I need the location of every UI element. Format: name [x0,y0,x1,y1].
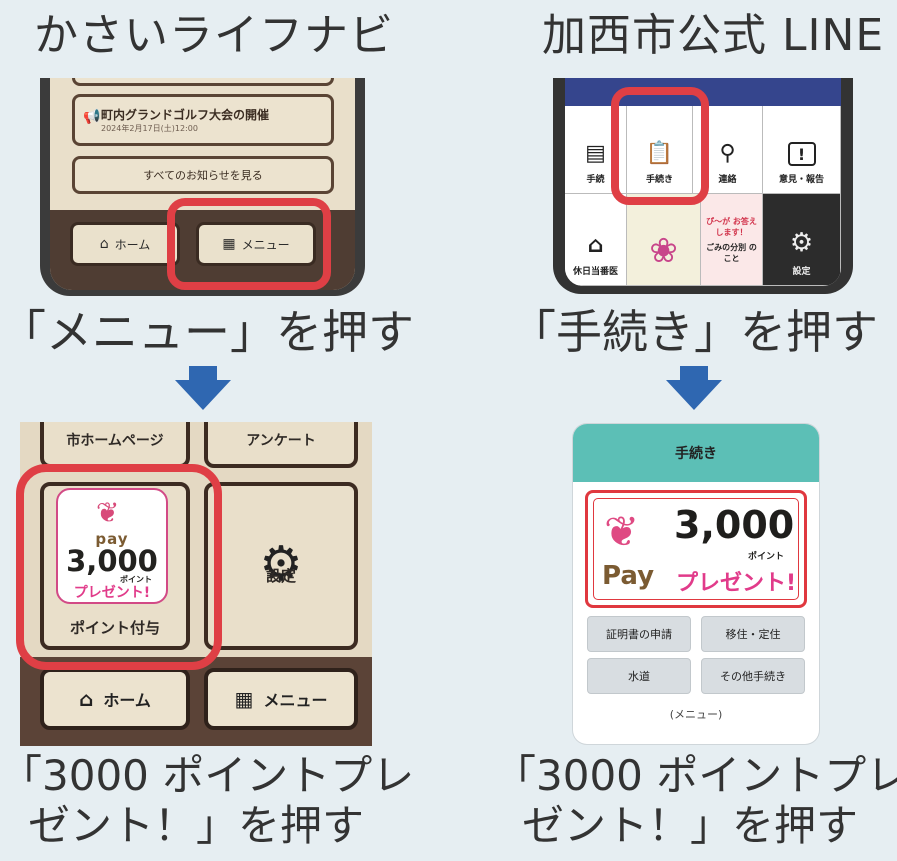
pay-3000-banner[interactable]: ❦ 3,000 ポイント Pay プレゼント! [585,490,807,608]
button-label: 水道 [628,670,650,683]
highlight-tetsuzuki-tile [611,87,709,205]
tile-label: 設定 [265,567,296,585]
tile-mascot[interactable]: ❀ [627,194,701,286]
button-label: その他手続き [720,670,786,683]
all-news-label: すべてのお知らせを見る [143,169,263,182]
tile-survey[interactable]: アンケート [204,422,358,468]
tile-label: 市ホームページ [66,433,164,449]
tile-settings[interactable]: ⚙ 設定 [763,194,841,286]
home-button[interactable]: ⌂ ホーム [40,668,190,730]
menu-button[interactable]: ▦ メニュー [204,668,358,730]
down-arrow-icon [175,366,231,410]
caption-press-present-right-line2: ゼント！」を押す [522,801,859,850]
caption-press-tetsuzuki: 「手続き」を押す [510,305,878,359]
all-news-button[interactable]: すべてのお知らせを見る [72,156,334,194]
tile-answers[interactable]: ぴ〜が お答えします！ ごみの分別 のこと [701,194,763,286]
menu-label: メニュー [263,691,328,710]
menu-link[interactable]: (メニュー) [573,706,819,722]
mascot-icon: ❀ [649,231,678,271]
line-procedures-screen: 手続き ❦ 3,000 ポイント Pay プレゼント! 証明書の申請 移住・定住… [573,424,819,744]
highlight-menu-button [167,198,331,290]
certificate-request-button[interactable]: 証明書の申請 [587,616,691,652]
tile-opinion[interactable]: ! 意見・報告 [763,106,841,194]
previous-news-item[interactable] [72,78,334,86]
tile-label: ごみの分別 のこと [706,242,757,263]
highlight-pay-card [16,464,222,670]
other-procedures-button[interactable]: その他手続き [701,658,805,694]
tile-label: 意見・報告 [778,175,824,185]
title-lifenavi: かさいライフナビ [34,10,394,61]
tile-label: 手続 [586,175,605,185]
event-date: 2024年2月17日(土)12:00 [101,124,198,133]
banner-present-label: プレゼント! [676,571,797,596]
title-line: 加西市公式 LINE [542,10,885,61]
tile-label: 休日当番医 [572,267,618,277]
tile-city-homepage[interactable]: 市ホームページ [40,422,190,468]
procedures-title: 手続き [675,446,717,462]
down-arrow-icon [666,366,722,410]
button-label: 移住・定住 [725,628,781,641]
home-label: ホーム [114,237,151,252]
home-label: ホーム [103,691,151,710]
tile-label: 設定 [792,267,811,277]
rabbit-icon: ❦ [604,507,640,556]
grid-icon: ▦ [234,687,254,711]
banner-pay-text: Pay [602,561,655,591]
tile-holiday-doctor[interactable]: ⌂ 休日当番医 [565,194,627,286]
event-title: 町内グランドゴルフ大会の開催 [101,108,270,122]
tile-label: 連絡 [718,175,737,185]
banner-amount: 3,000 [674,503,795,547]
news-item-event[interactable]: 📢 町内グランドゴルフ大会の開催 2024年2月17日(土)12:00 [72,94,334,146]
document-icon: ▤ [585,141,606,166]
megaphone-icon: 📢 [83,109,101,125]
caption-press-menu: 「メニュー」を押す [0,305,414,359]
caption-press-present-left-line2: ゼント！」を押す [28,801,365,850]
home-button[interactable]: ⌂ ホーム [70,222,180,266]
chat-exclamation-icon: ! [787,142,816,166]
tile-label: ぴ〜が お答えします！ [706,216,757,237]
relocation-button[interactable]: 移住・定住 [701,616,805,652]
home-icon: ⌂ [79,687,94,711]
procedures-header: 手続き [573,424,819,482]
button-label: 証明書の申請 [606,628,672,641]
water-button[interactable]: 水道 [587,658,691,694]
hospital-icon: ⌂ [587,233,604,258]
tile-label: アンケート [246,433,316,449]
tile-settings[interactable]: ⚙ 設定 [204,482,358,650]
person-icon: ⚲ [719,141,736,166]
gear-icon: ⚙ [789,228,814,258]
banner-point-label: ポイント [748,552,785,562]
home-icon: ⌂ [99,236,109,252]
